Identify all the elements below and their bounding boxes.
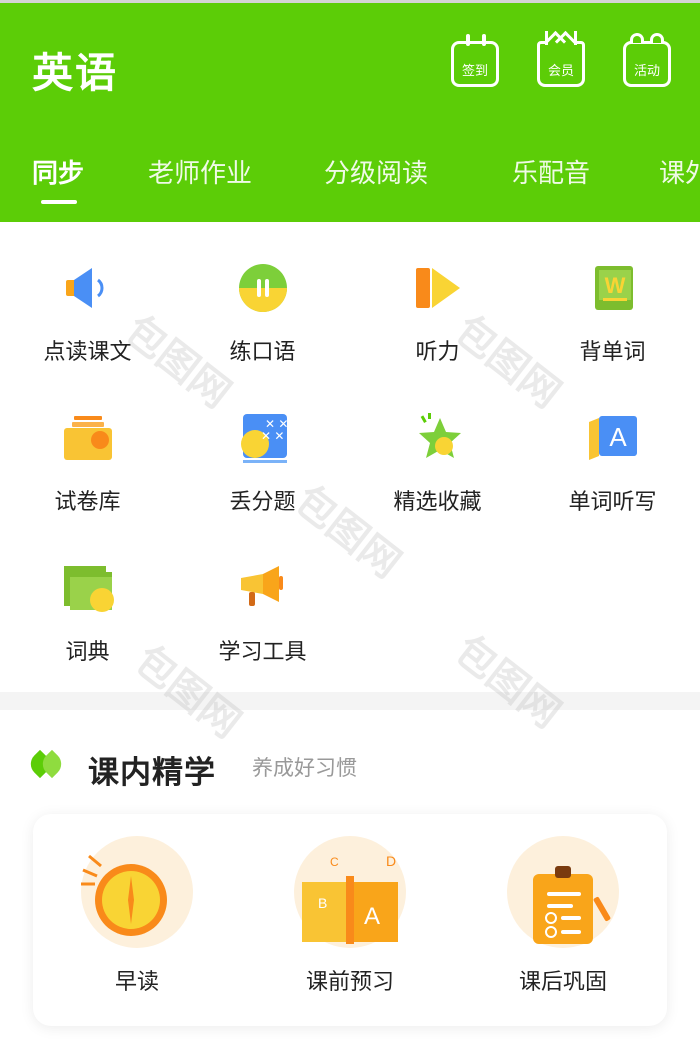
- tab-sync[interactable]: 同步: [32, 153, 84, 190]
- section-title: 课内精学: [88, 755, 216, 791]
- tool-favorites[interactable]: 精选收藏: [350, 372, 525, 515]
- preview-label: 课前预习: [305, 970, 394, 995]
- tool-label: 学习工具: [218, 640, 307, 665]
- tab-graded-reading[interactable]: 分级阅读: [324, 153, 428, 190]
- section-subtitle: 养成好习惯: [252, 756, 357, 780]
- preview-button[interactable]: C D B A 课前预习: [260, 836, 440, 996]
- star-icon: [410, 410, 466, 466]
- svg-text:✕ ✕: ✕ ✕: [261, 429, 284, 443]
- tool-listening[interactable]: 听力: [350, 222, 525, 365]
- tool-read-text[interactable]: 点读课文: [0, 222, 175, 365]
- tool-label: 丢分题: [229, 490, 296, 515]
- word-book-icon: W: [585, 260, 641, 316]
- sign-in-label: 签到: [461, 64, 488, 79]
- tools-grid: 点读课文 练口语 听力 W 背单词 试卷库 ✕ ✕ ✕ ✕ 丢分题 精选收藏 A…: [0, 222, 700, 692]
- gift-icon-bow: [650, 33, 664, 43]
- svg-text:A: A: [364, 903, 380, 930]
- tool-dictionary[interactable]: 词典: [0, 522, 175, 665]
- tool-exam-bank[interactable]: 试卷库: [0, 372, 175, 515]
- tool-speaking[interactable]: 练口语: [175, 222, 350, 365]
- folder-icon: [60, 410, 116, 466]
- svg-text:W: W: [604, 273, 625, 298]
- tool-label: 背单词: [579, 340, 646, 365]
- membership-label: 会员: [547, 64, 574, 79]
- activity-button[interactable]: 活动: [623, 33, 671, 87]
- tool-mistakes[interactable]: ✕ ✕ ✕ ✕ 丢分题: [175, 372, 350, 515]
- dictionary-icon: [60, 560, 116, 616]
- active-tab-indicator: [41, 200, 77, 204]
- tool-label: 点读课文: [43, 340, 132, 365]
- membership-button[interactable]: 会员: [537, 31, 585, 87]
- tool-label: 练口语: [229, 340, 296, 365]
- svg-text:D: D: [386, 853, 396, 869]
- crown-icon: [545, 31, 577, 45]
- page-title: 英语: [32, 49, 118, 97]
- tab-bar: 同步 老师作业 分级阅读 乐配音 课外: [0, 153, 700, 213]
- speaker-icon: [60, 260, 116, 316]
- play-icon: [410, 260, 466, 316]
- review-label: 课后巩固: [518, 970, 607, 995]
- tool-study-tools[interactable]: 学习工具: [175, 522, 350, 665]
- open-book-icon: C D B A: [294, 836, 406, 948]
- pause-circle-icon: [235, 260, 291, 316]
- tool-label: 试卷库: [54, 490, 121, 515]
- tool-label: 单词听写: [568, 490, 657, 515]
- tab-teacher-homework[interactable]: 老师作业: [148, 153, 252, 190]
- tool-label: 词典: [65, 640, 110, 665]
- svg-text:A: A: [609, 422, 627, 452]
- svg-text:B: B: [318, 895, 327, 911]
- gift-icon: [630, 33, 644, 43]
- letter-a-icon: A: [585, 410, 641, 466]
- morning-reading-button[interactable]: 早读: [47, 836, 227, 996]
- sign-in-button[interactable]: 签到: [451, 34, 499, 87]
- clock-icon: [81, 836, 193, 948]
- svg-text:C: C: [330, 855, 339, 869]
- intensive-study-section: 课内精学 养成好习惯 早读 C D B A 课前预习 课后巩固: [0, 710, 700, 1053]
- tool-label: 精选收藏: [393, 490, 482, 515]
- study-card: 早读 C D B A 课前预习 课后巩固: [33, 814, 667, 1026]
- mistake-card-icon: ✕ ✕ ✕ ✕: [235, 410, 291, 466]
- activity-label: 活动: [633, 64, 660, 79]
- tool-label: 听力: [415, 340, 460, 365]
- morning-reading-label: 早读: [114, 970, 159, 995]
- review-button[interactable]: 课后巩固: [473, 836, 653, 996]
- calendar-icon-ring: [482, 34, 486, 46]
- clipboard-icon: [507, 836, 619, 948]
- megaphone-icon: [235, 560, 291, 616]
- app-header: 英语 签到 会员 活动 同步 老师作业 分级阅读 乐配音 课外: [0, 0, 700, 222]
- tab-dubbing[interactable]: 乐配音: [512, 153, 590, 190]
- tab-extracurricular[interactable]: 课外: [659, 153, 700, 190]
- tool-dictation[interactable]: A 单词听写: [525, 372, 700, 515]
- tool-vocabulary[interactable]: W 背单词: [525, 222, 700, 365]
- calendar-icon: [466, 34, 470, 46]
